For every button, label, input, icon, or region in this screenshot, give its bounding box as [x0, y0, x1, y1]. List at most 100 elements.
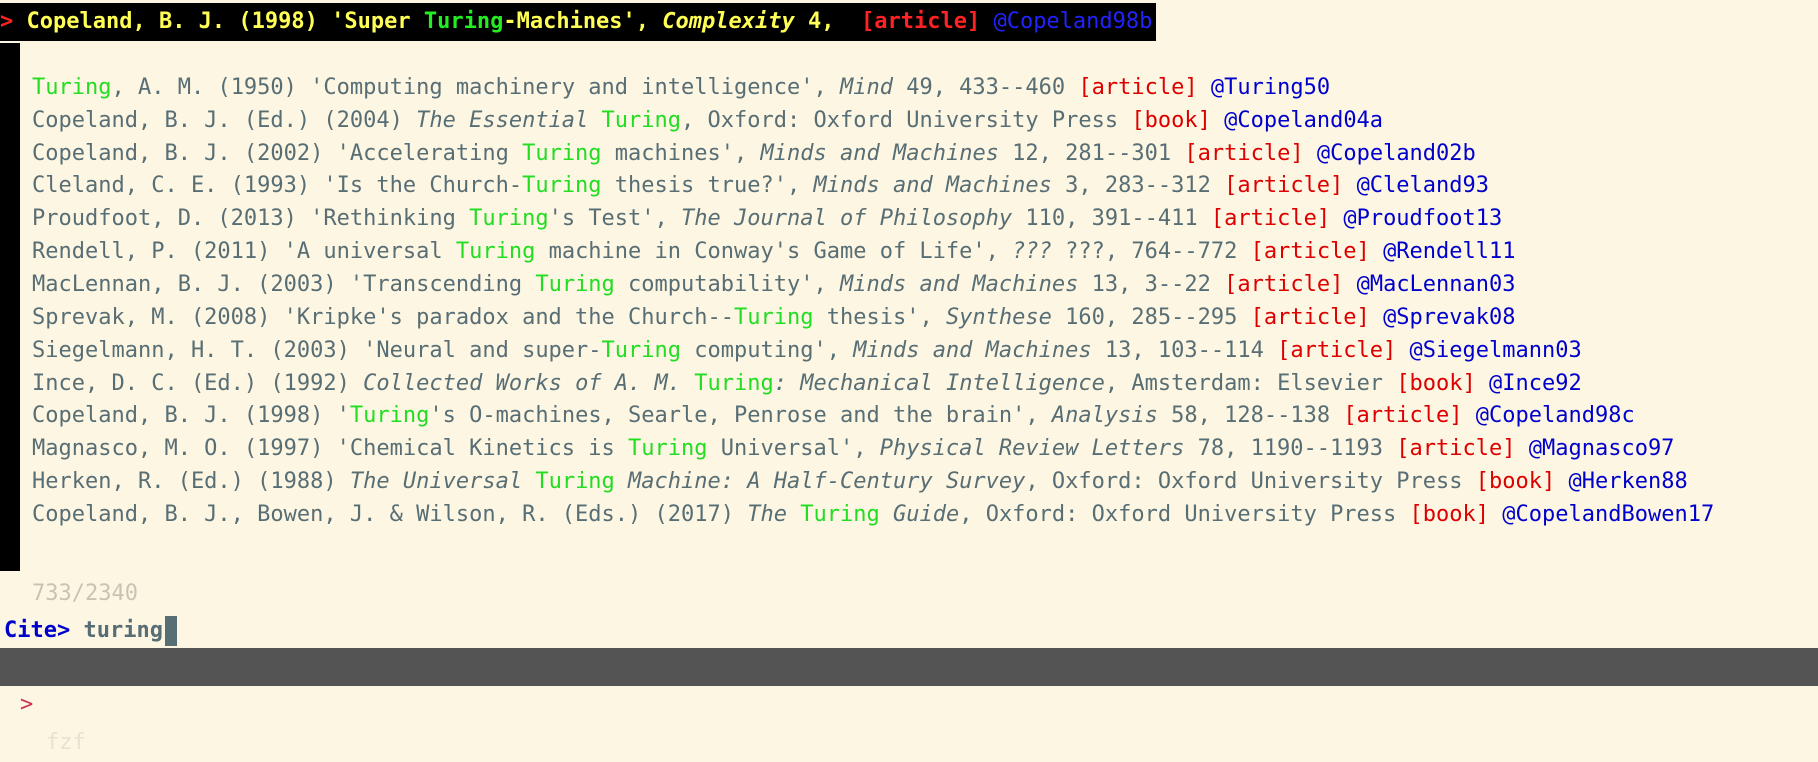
- result-author-year: Ince, D. C. (Ed.) (1992): [32, 370, 364, 396]
- result-journal: Minds and Machines: [813, 173, 1052, 199]
- result-match: Turing: [694, 370, 774, 396]
- result-text: machines',: [601, 140, 761, 166]
- result-entry-type: [article]: [1250, 304, 1370, 330]
- selected-entry-type: [article]: [860, 9, 981, 34]
- gutter-bar: [0, 43, 20, 571]
- selected-details: 4,: [794, 9, 861, 34]
- result-match: Turing: [469, 206, 549, 232]
- result-cite-key: @MacLennan03: [1356, 271, 1516, 297]
- result-entry-type: [book]: [1409, 501, 1490, 527]
- result-author-year: Copeland, B. J. (1998) ': [32, 403, 350, 429]
- selected-title-rest: -Machines',: [503, 9, 663, 34]
- result-title-italic: : Mechanical Intelligence: [773, 370, 1105, 396]
- tmux-statusbar: > fzf: [0, 648, 1818, 755]
- result-match: Turing: [522, 140, 602, 166]
- result-author-year: Sprevak, M. (2008) 'Kripke's paradox and…: [32, 304, 734, 330]
- result-text: , A. M. (1950) 'Computing machinery and …: [111, 74, 840, 100]
- result-entry-type: [article]: [1396, 436, 1516, 462]
- result-journal: Minds and Machines: [760, 140, 999, 166]
- text-cursor: [164, 616, 177, 646]
- result-title-italic: Machine: A Half-Century Survey: [614, 469, 1026, 495]
- result-journal: ???: [1012, 239, 1052, 265]
- result-cite-key: @Turing50: [1210, 74, 1331, 100]
- result-details: 160, 285--295: [1051, 304, 1251, 330]
- result-journal: Synthese: [945, 304, 1052, 330]
- result-entry-type: [article]: [1210, 206, 1331, 232]
- result-entry-type: [article]: [1277, 337, 1397, 363]
- result-details: 58, 128--138: [1157, 403, 1344, 429]
- result-details: 13, 103--114: [1091, 337, 1278, 363]
- result-text: computability',: [614, 271, 840, 297]
- result-details: 13, 3--22: [1078, 271, 1225, 297]
- result-text: thesis',: [813, 304, 946, 330]
- result-text: Universal',: [707, 436, 880, 462]
- result-journal: The Journal of Philosophy: [681, 206, 1013, 232]
- result-title-italic: The: [747, 501, 801, 527]
- result-cite-key: @Sprevak08: [1383, 304, 1516, 330]
- result-match: Turing: [734, 304, 814, 330]
- result-match: Turing: [522, 173, 602, 199]
- result-journal: Mind: [839, 74, 893, 100]
- result-author-year: Herken, R. (Ed.) (1988): [32, 469, 350, 495]
- result-details: 110, 391--411: [1012, 206, 1211, 232]
- terminal: > Copeland, B. J. (1998) 'Super Turing-M…: [0, 0, 1818, 648]
- result-author-year: Copeland, B. J., Bowen, J. & Wilson, R. …: [32, 501, 748, 527]
- result-cite-key: @Cleland93: [1356, 173, 1490, 199]
- result-details: 49, 433--460: [892, 74, 1079, 100]
- result-match: Turing: [628, 436, 708, 462]
- result-details: 78, 1190--1193: [1184, 436, 1397, 462]
- result-text: thesis true?',: [601, 173, 814, 199]
- result-row[interactable]: Copeland, B. J., Bowen, J. & Wilson, R. …: [32, 496, 1714, 534]
- selected-author-year: Copeland, B. J. (1998) 'Super: [26, 9, 424, 34]
- search-query-input[interactable]: turing: [83, 618, 162, 643]
- result-match: Turing: [349, 403, 430, 429]
- result-author-year: Copeland, B. J. (Ed.) (2004): [32, 107, 417, 133]
- result-entry-type: [article]: [1078, 74, 1198, 100]
- result-journal: Minds and Machines: [839, 271, 1079, 297]
- result-entry-type: [book]: [1396, 370, 1476, 396]
- result-journal: Minds and Machines: [853, 337, 1092, 363]
- result-match: Turing: [32, 74, 112, 100]
- result-text: , Amsterdam: Elsevier: [1104, 370, 1397, 396]
- result-author-year: Copeland, B. J. (2002) 'Accelerating: [32, 140, 523, 166]
- result-text: , Oxford: Oxford University Press: [1025, 469, 1476, 495]
- result-title-italic: The Universal: [349, 469, 536, 495]
- prompt-line[interactable]: Cite> turing: [4, 612, 177, 650]
- result-details: 12, 281--301: [998, 140, 1185, 166]
- result-text: 's O-machines, Searle, Penrose and the b…: [429, 403, 1052, 429]
- result-author-year: Cleland, C. E. (1993) 'Is the Church-: [32, 173, 523, 199]
- status-pointer-icon: >: [20, 692, 34, 717]
- selected-match: Turing: [423, 9, 504, 34]
- result-cite-key: @Herken88: [1568, 469, 1688, 495]
- result-entry-type: [article]: [1224, 271, 1344, 297]
- result-cite-key: @Ince92: [1489, 370, 1582, 396]
- result-match: Turing: [601, 107, 682, 133]
- result-title-italic: Guide: [879, 501, 960, 527]
- result-title-italic: The Essential: [416, 107, 602, 133]
- result-entry-type: [article]: [1224, 173, 1344, 199]
- result-cite-key: @Magnasco97: [1528, 436, 1675, 462]
- result-title-italic: Collected Works of A. M.: [363, 370, 695, 396]
- result-cite-key: @Copeland98c: [1475, 403, 1635, 429]
- result-details: ???, 764--772: [1051, 239, 1251, 265]
- selection-pointer: >: [0, 9, 14, 34]
- result-entry-type: [article]: [1250, 239, 1370, 265]
- result-author-year: Proudfoot, D. (2013) 'Rethinking: [32, 206, 470, 232]
- selected-cite-key: @Copeland98b: [993, 9, 1153, 34]
- result-match: Turing: [455, 239, 536, 265]
- result-journal: Physical Review Letters: [879, 436, 1185, 462]
- result-cite-key: @CopelandBowen17: [1502, 501, 1715, 527]
- result-author-year: Rendell, P. (2011) 'A universal: [32, 239, 456, 265]
- result-cite-key: @Rendell11: [1383, 239, 1516, 265]
- result-cite-key: @Proudfoot13: [1343, 206, 1503, 232]
- result-match: Turing: [535, 469, 615, 495]
- status-window-label[interactable]: fzf: [46, 724, 86, 762]
- result-match: Turing: [535, 271, 615, 297]
- result-author-year: MacLennan, B. J. (2003) 'Transcending: [32, 271, 536, 297]
- result-text: computing',: [681, 337, 854, 363]
- prompt-label: Cite>: [4, 618, 71, 643]
- selected-result-row[interactable]: > Copeland, B. J. (1998) 'Super Turing-M…: [0, 3, 1157, 41]
- result-text: 's Test',: [548, 206, 682, 232]
- result-cite-key: @Siegelmann03: [1409, 337, 1582, 363]
- result-details: 3, 283--312: [1051, 173, 1225, 199]
